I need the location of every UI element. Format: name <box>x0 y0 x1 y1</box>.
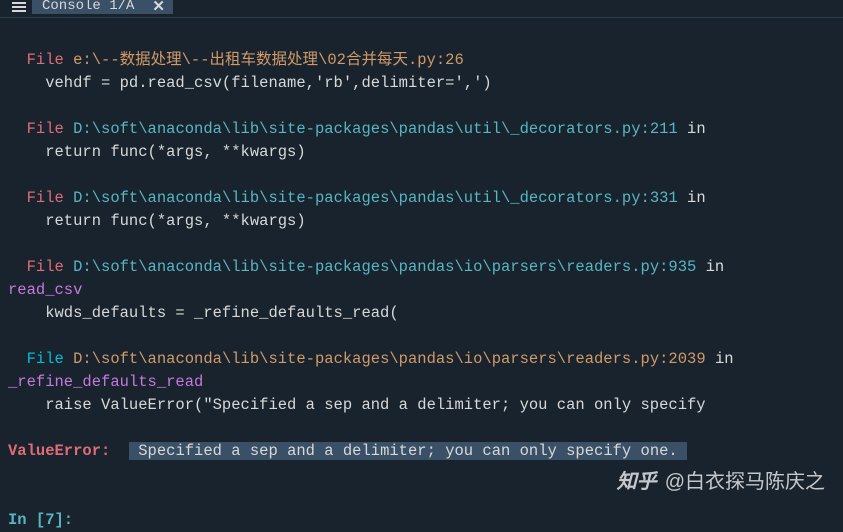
in-keyword: in <box>706 350 734 368</box>
file-keyword: File <box>8 51 73 69</box>
in-keyword: in <box>696 258 724 276</box>
code-line: return func(*args, **kwargs) <box>8 143 306 161</box>
file-path: e:\--数据处理\--出租车数据处理\02合并每天.py:26 <box>73 51 464 69</box>
code-line: raise ValueError("Specified a sep and a … <box>8 396 715 414</box>
file-keyword: File <box>8 189 73 207</box>
func-name: read_csv <box>8 281 82 299</box>
close-icon[interactable]: ✕ <box>152 0 165 16</box>
file-keyword: File <box>8 350 73 368</box>
code-line: kwds_defaults = _refine_defaults_read( <box>8 304 399 322</box>
editor-topbar: Console 1/A ✕ <box>0 0 843 18</box>
console-output[interactable]: File e:\--数据处理\--出租车数据处理\02合并每天.py:26 ve… <box>0 18 843 532</box>
file-keyword: File <box>8 120 73 138</box>
tab-label: Console 1/A <box>42 0 134 14</box>
file-path: D:\soft\anaconda\lib\site-packages\panda… <box>73 258 696 276</box>
console-tab[interactable]: Console 1/A ✕ <box>32 0 173 14</box>
in-keyword: in <box>678 120 715 138</box>
file-path: D:\soft\anaconda\lib\site-packages\panda… <box>73 189 678 207</box>
in-keyword: in <box>678 189 715 207</box>
hamburger-icon[interactable] <box>0 0 32 14</box>
file-keyword: File <box>8 258 73 276</box>
code-line: vehdf = pd.read_csv(filename,'rb',delimi… <box>8 74 492 92</box>
error-message: Specified a sep and a delimiter; you can… <box>129 442 687 460</box>
code-line: return func(*args, **kwargs) <box>8 212 306 230</box>
file-path: D:\soft\anaconda\lib\site-packages\panda… <box>73 350 706 368</box>
error-label: ValueError: <box>8 442 120 460</box>
file-path: D:\soft\anaconda\lib\site-packages\panda… <box>73 120 678 138</box>
func-name: _refine_defaults_read <box>8 373 203 391</box>
